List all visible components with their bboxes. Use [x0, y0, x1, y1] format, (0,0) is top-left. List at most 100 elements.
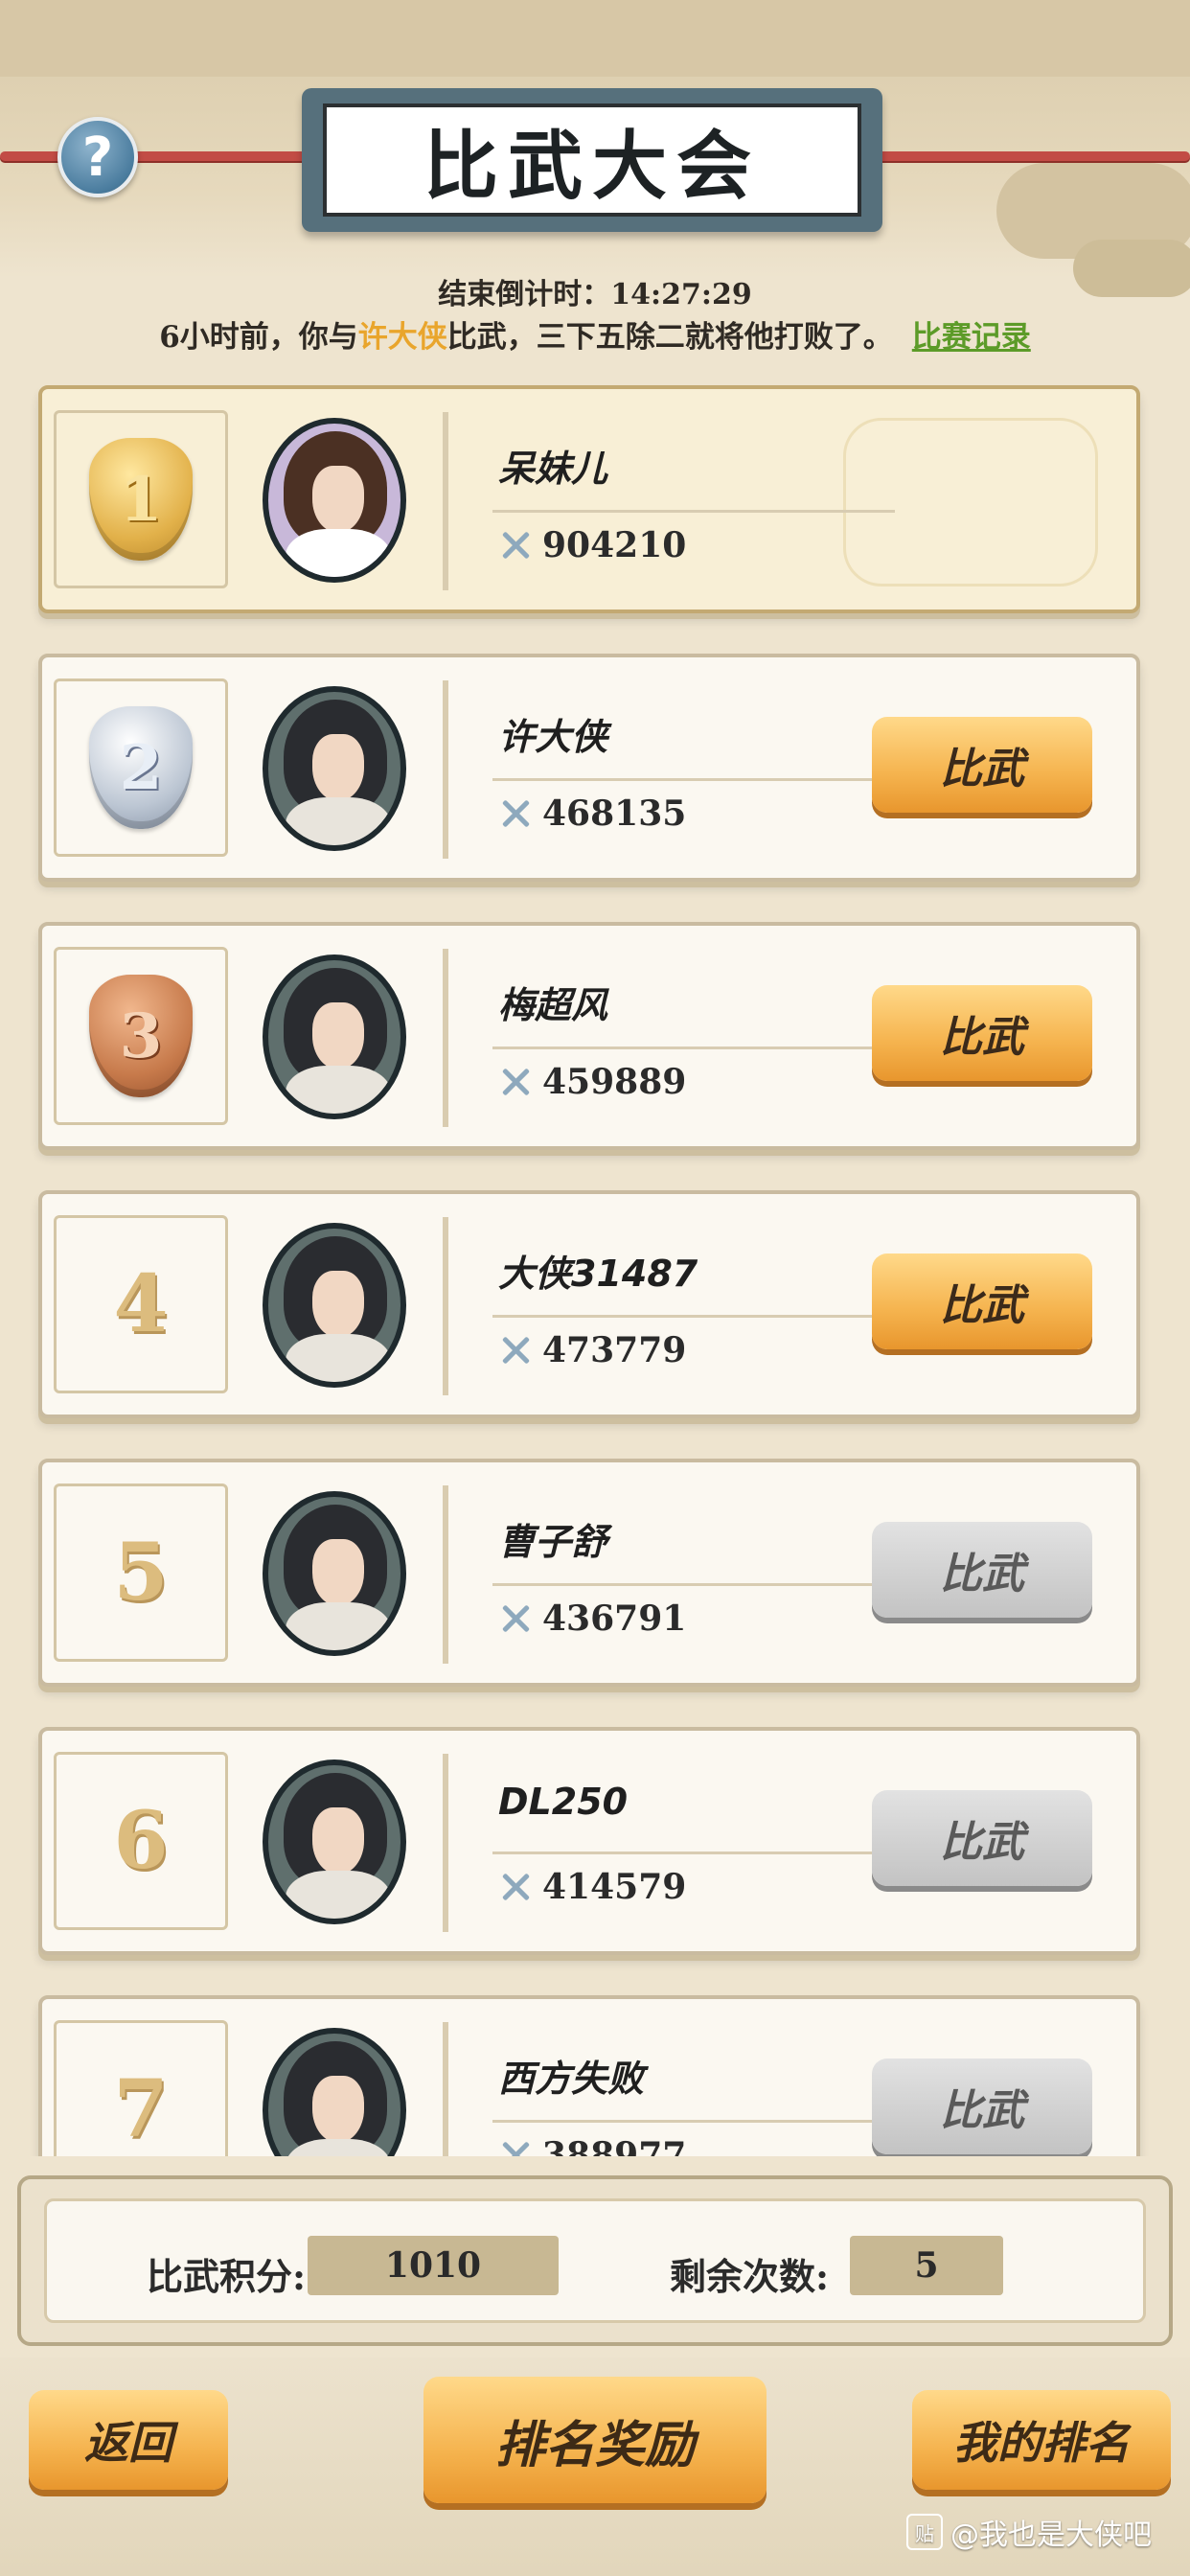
rank-number: 5: [113, 1527, 169, 1619]
ranking-row-6: 6 DL250 414579 比武: [38, 1727, 1140, 1955]
player-name: 呆妹儿: [498, 448, 608, 490]
power-value: 388977: [542, 2135, 687, 2156]
title-frame: 比武大会: [323, 104, 861, 217]
fight-button-disabled[interactable]: 比武: [872, 1790, 1092, 1886]
rank-box: 2: [54, 678, 228, 857]
power-value: 468135: [542, 794, 687, 834]
fight-button-disabled[interactable]: 比武: [872, 1522, 1092, 1618]
avatar[interactable]: [263, 1491, 406, 1656]
cloud-decoration-left: [0, 0, 1190, 77]
watermark: 贴 @我也是大侠吧: [906, 2511, 1152, 2553]
back-button[interactable]: 返回: [29, 2390, 228, 2490]
player-name: DL250: [498, 1781, 629, 1823]
countdown: 结束倒计时：14:27:29: [0, 270, 1190, 312]
divider: [443, 680, 448, 859]
power-value: 904210: [542, 525, 687, 565]
divider-line: [492, 1852, 895, 1854]
power-value: 414579: [542, 1867, 687, 1907]
fight-button-disabled[interactable]: 比武: [872, 2058, 1092, 2154]
rank-number: 7: [113, 2063, 169, 2155]
silver-medal-icon: 2: [89, 706, 193, 829]
divider: [443, 1754, 448, 1932]
avatar[interactable]: [263, 954, 406, 1119]
divider: [443, 412, 448, 590]
countdown-value: 14:27:29: [610, 278, 752, 311]
my-ranking-button[interactable]: 我的排名: [912, 2390, 1171, 2490]
ranking-rewards-button[interactable]: 排名奖励: [423, 2377, 767, 2503]
tieba-icon: 贴: [906, 2514, 943, 2550]
remaining-value: 5: [850, 2236, 1003, 2295]
crossed-swords-icon: [498, 1870, 533, 1904]
divider-line: [492, 1046, 895, 1049]
player-name: 曹子舒: [498, 1521, 608, 1563]
power-value: 459889: [542, 1062, 687, 1102]
rope-right: [878, 151, 1190, 161]
crossed-swords-icon: [498, 528, 533, 563]
divider-line: [492, 778, 895, 781]
score-value: 1010: [308, 2236, 559, 2295]
rank-box: 5: [54, 1484, 228, 1662]
ranking-list[interactable]: 1 呆妹儿 904210 2 许大侠 468135 比武 3 梅超风 45988…: [0, 379, 1190, 2156]
avatar[interactable]: [263, 418, 406, 583]
ranking-row-3: 3 梅超风 459889 比武: [38, 922, 1140, 1150]
ranking-row-1: 1 呆妹儿 904210: [38, 385, 1140, 613]
ranking-row-4: 4 大侠31487 473779 比武: [38, 1190, 1140, 1418]
avatar[interactable]: [263, 686, 406, 851]
avatar[interactable]: [263, 1760, 406, 1924]
crossed-swords-icon: [498, 796, 533, 831]
ranking-row-2: 2 许大侠 468135 比武: [38, 654, 1140, 882]
rank-box: 7: [54, 2020, 228, 2156]
help-button[interactable]: ?: [57, 117, 138, 197]
battle-message-prefix: 6小时前，你与: [159, 320, 358, 355]
battle-message: 6小时前，你与许大侠比武，三下五除二就将他打败了。 比赛记录: [0, 312, 1190, 356]
divider: [443, 949, 448, 1127]
power-score: 459889: [498, 1062, 686, 1102]
power-score: 473779: [498, 1330, 686, 1370]
score-label: 比武积分:: [147, 2255, 307, 2298]
title-plate: 比武大会: [302, 88, 882, 232]
rank-number: 6: [113, 1795, 169, 1887]
power-score: 414579: [498, 1867, 686, 1907]
divider: [443, 1217, 448, 1395]
crossed-swords-icon: [498, 1065, 533, 1099]
power-score: 468135: [498, 794, 686, 834]
stats-panel: 比武积分: 1010 剩余次数: 5: [17, 2175, 1173, 2346]
remaining-label: 剩余次数:: [670, 2255, 830, 2298]
avatar[interactable]: [263, 1223, 406, 1388]
player-name: 大侠31487: [498, 1253, 698, 1295]
fight-button[interactable]: 比武: [872, 717, 1092, 813]
battle-message-suffix: 比武，三下五除二就将他打败了。: [446, 320, 893, 355]
power-value: 473779: [542, 1330, 687, 1370]
divider-line: [492, 2120, 895, 2123]
watermark-text: @我也是大侠吧: [950, 2518, 1152, 2552]
rank-number: 4: [113, 1258, 169, 1350]
fight-button[interactable]: 比武: [872, 985, 1092, 1081]
cloud-pattern: [843, 418, 1098, 586]
power-score: 388977: [498, 2135, 686, 2156]
rank-box: 6: [54, 1752, 228, 1930]
ranking-row-7: 7 西方失败 388977 比武: [38, 1995, 1140, 2156]
power-score: 904210: [498, 525, 686, 565]
ranking-row-5: 5 曹子舒 436791 比武: [38, 1459, 1140, 1687]
page-title: 比武大会: [423, 123, 761, 210]
power-value: 436791: [542, 1598, 687, 1639]
divider: [443, 1485, 448, 1664]
battle-opponent-name: 许大侠: [357, 320, 447, 355]
countdown-label: 结束倒计时：: [438, 278, 611, 311]
fight-button[interactable]: 比武: [872, 1254, 1092, 1349]
divider: [443, 2022, 448, 2156]
divider-line: [492, 1583, 895, 1586]
rank-box: 4: [54, 1215, 228, 1393]
match-record-link[interactable]: 比赛记录: [912, 320, 1031, 355]
power-score: 436791: [498, 1598, 686, 1639]
crossed-swords-icon: [498, 1333, 533, 1368]
divider-line: [492, 510, 895, 513]
gold-medal-icon: 1: [89, 438, 193, 561]
player-name: 许大侠: [498, 716, 608, 758]
stats-inner: 比武积分: 1010 剩余次数: 5: [44, 2198, 1146, 2323]
avatar[interactable]: [263, 2028, 406, 2156]
rank-box: 3: [54, 947, 228, 1125]
crossed-swords-icon: [498, 2138, 533, 2156]
rope-left: [0, 151, 307, 161]
rank-box: 1: [54, 410, 228, 588]
